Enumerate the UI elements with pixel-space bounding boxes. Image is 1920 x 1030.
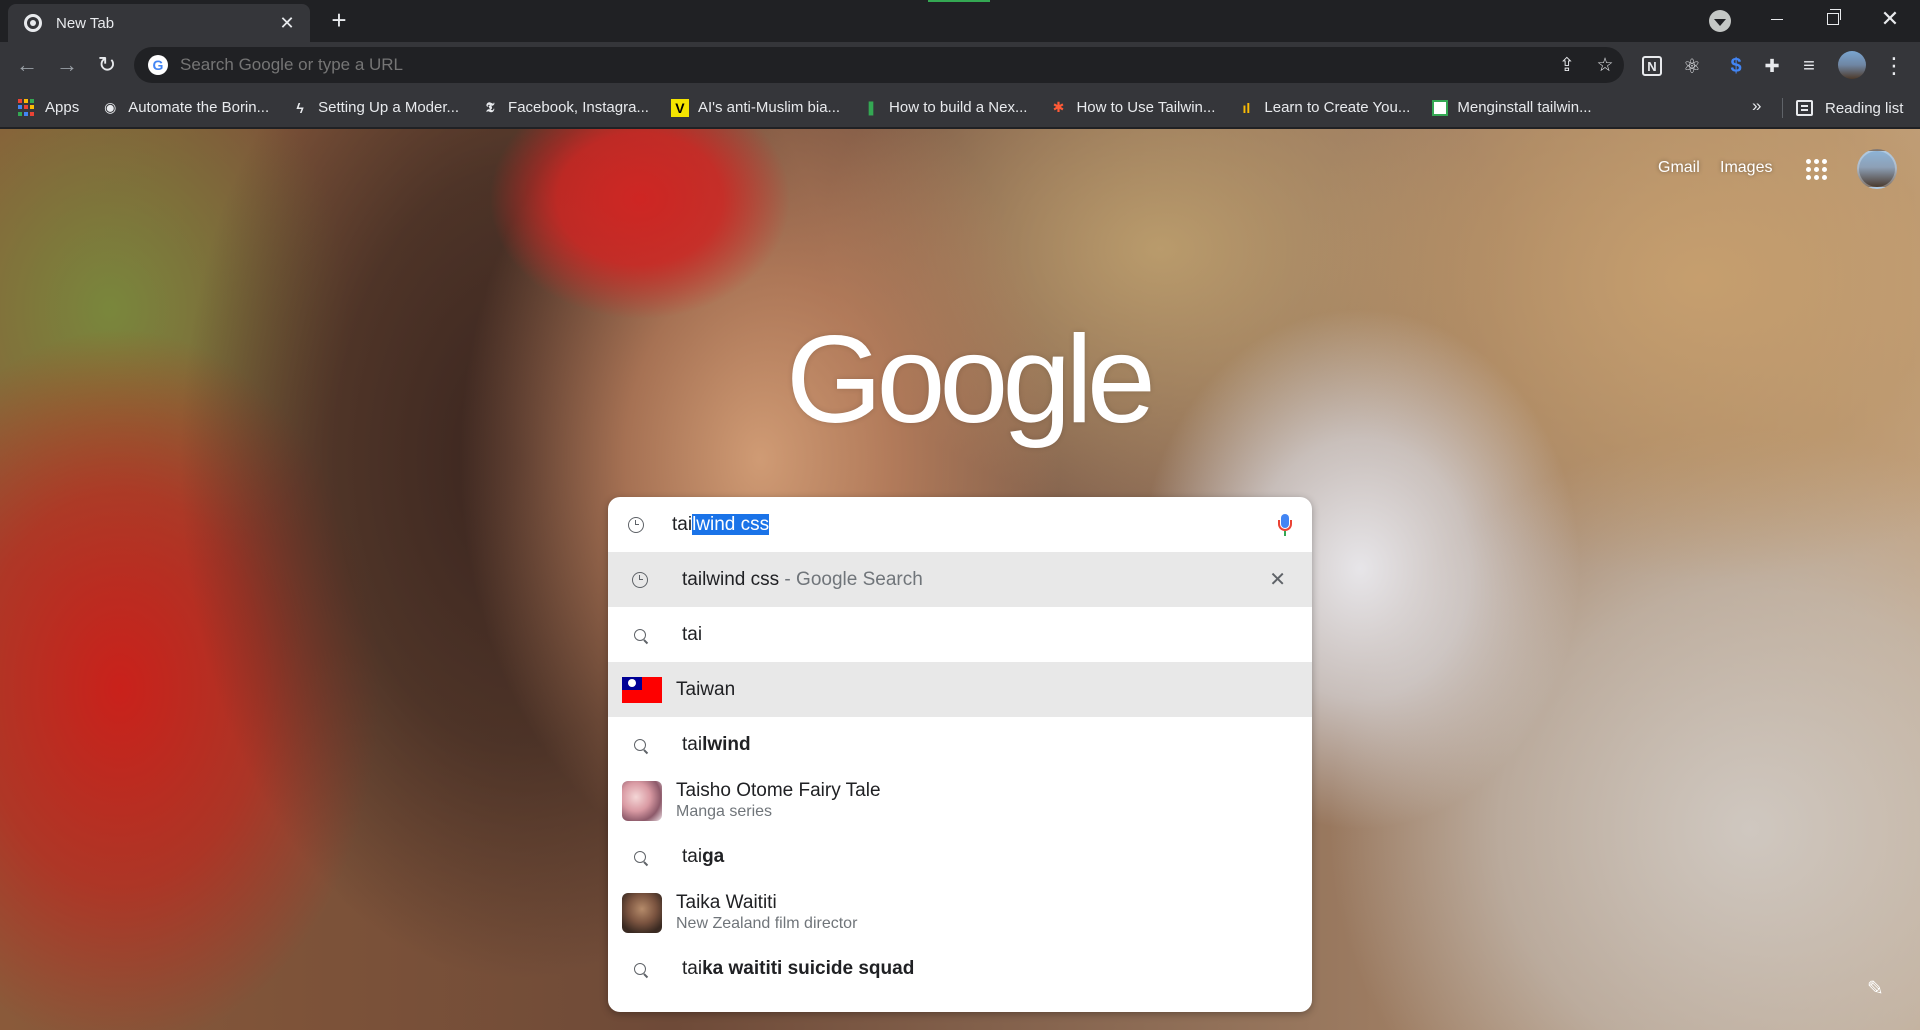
search-icon [634,962,646,975]
manga-thumbnail [622,780,662,821]
history-clock-icon [632,571,648,588]
restore-icon [1827,9,1841,25]
reload-button[interactable]: ↻ [90,48,124,82]
extensions-puzzle-icon[interactable]: ✚ [1756,50,1788,82]
tab-search-icon[interactable] [1709,10,1731,32]
reading-list-icon [1796,100,1813,116]
tab-new-tab[interactable]: New Tab ✕ [8,4,310,42]
bookmark-label: How to build a Nex... [889,99,1028,116]
bookmark-label: Setting Up a Moder... [318,99,460,116]
notion-extension-icon[interactable]: N [1636,50,1668,82]
autocomplete-selection: lwind css [692,513,770,535]
bookmark-setting-up[interactable]: ϟ Setting Up a Moder... [291,99,459,117]
tab-strip-indicator [928,0,990,2]
bookmark-label: Apps [45,99,80,116]
reading-list-label: Reading list [1825,99,1904,117]
tab-close-icon[interactable]: ✕ [276,13,298,34]
search-icon [634,628,646,641]
suggestion-subtitle: Manga series [676,802,773,820]
media-controls-icon[interactable]: ≡ [1793,50,1825,82]
realbox-text[interactable]: tailwind css [672,513,1278,536]
profile-avatar[interactable] [1838,51,1866,79]
gmail-link[interactable]: Gmail [1658,159,1700,177]
bookmark-nextjs[interactable]: ❚ How to build a Nex... [862,99,1027,117]
share-icon[interactable]: ⇪ [1548,47,1586,83]
restore-button[interactable] [1805,0,1861,38]
realbox-dropdown: tailwind css tailwind css - Google Searc… [608,497,1312,1012]
bookmark-star-icon[interactable]: ☆ [1586,47,1624,83]
suggestion-search[interactable]: taiga [608,829,1312,884]
chrome-menu-icon[interactable]: ⋮ [1878,50,1910,82]
person-thumbnail [622,892,662,933]
chart-icon: ıl [1242,99,1251,116]
bookmark-label: Learn to Create You... [1264,99,1411,116]
bookmark-label: Facebook, Instagra... [508,99,649,116]
bookmark-label: Menginstall tailwin... [1457,99,1592,116]
bookmark-learn-create[interactable]: ıl Learn to Create You... [1237,99,1411,117]
bookmark-label: AI's anti-Muslim bia... [697,99,841,116]
bookmark-facebook[interactable]: 𝕿 Facebook, Instagra... [481,99,649,117]
remove-suggestion-icon[interactable]: ✕ [1269,567,1286,592]
bookmarks-bar: Apps ◉ Automate the Borin... ϟ Setting U… [0,88,1920,128]
tab-title: New Tab [56,14,115,32]
forward-button[interactable]: → [50,48,84,82]
bookmark-automate[interactable]: ◉ Automate the Borin... [101,99,269,117]
dollar-extension-icon[interactable]: $ [1720,50,1752,82]
address-bar-input[interactable] [180,55,1548,75]
bookmark-apps[interactable]: Apps [18,98,80,117]
bookmark-tailwind[interactable]: ✱ How to Use Tailwin... [1049,99,1216,117]
chrome-icon [24,14,42,32]
reading-list-button[interactable]: Reading list [1796,88,1903,128]
suggestion-search[interactable]: tailwind [608,717,1312,772]
realbox-input[interactable]: tailwind css [608,497,1312,552]
suggestion-subtitle: New Zealand film director [676,914,858,932]
react-devtools-icon[interactable]: ⚛ [1676,50,1708,82]
suggestion-search[interactable]: tai [608,607,1312,662]
asterisk-icon: ✱ [1052,99,1065,115]
tab-strip: New Tab ✕ + ✕ [0,0,1920,42]
bookmark-ai-bias[interactable]: V AI's anti-Muslim bia... [670,98,841,117]
search-icon [634,850,646,863]
page-icon [1432,99,1449,116]
suggestion-entity-taika[interactable]: Taika Waititi New Zealand film director [608,884,1312,941]
divider [1782,98,1783,118]
globe-icon: ◉ [104,99,117,115]
account-avatar[interactable] [1857,149,1897,189]
nyt-icon: 𝕿 [485,99,495,115]
suggestion-entity-taiwan[interactable]: Taiwan [608,662,1312,717]
bookmarks-overflow-chevron-icon[interactable]: » [1752,96,1761,116]
bookmark-label: How to Use Tailwin... [1076,99,1216,116]
customize-pencil-icon[interactable]: ✎ [1867,976,1884,1001]
vice-icon: V [670,98,689,117]
google-g-icon: G [148,55,168,75]
suggestion-history[interactable]: tailwind css - Google Search ✕ [608,552,1312,607]
search-icon [634,738,646,751]
bolt-icon: ϟ [296,99,304,116]
google-logo: Google [786,311,1156,449]
bookmark-label: Automate the Borin... [128,99,270,116]
history-clock-icon [628,516,644,533]
suggestion-entity-taisho[interactable]: Taisho Otome Fairy Tale Manga series [608,772,1312,829]
back-button[interactable]: ← [10,48,44,82]
new-tab-button[interactable]: + [323,6,355,36]
images-link[interactable]: Images [1720,159,1772,177]
omnibox[interactable]: G ⇪ ☆ [134,47,1624,83]
browser-toolbar: ← → ↻ G ⇪ ☆ N ⚛ $ ✚ ≡ ⋮ [0,42,1920,88]
minimize-button[interactable] [1749,0,1805,38]
taiwan-flag-icon [622,676,662,703]
apps-grid-icon [18,98,36,117]
bookmark-menginstall[interactable]: Menginstall tailwin... [1432,99,1592,116]
google-apps-icon[interactable] [1806,159,1827,180]
voice-search-mic-icon[interactable] [1278,513,1292,536]
suggestion-search[interactable]: taika waititi suicide squad [608,941,1312,996]
close-window-button[interactable]: ✕ [1862,0,1918,38]
leaf-icon: ❚ [865,99,877,115]
